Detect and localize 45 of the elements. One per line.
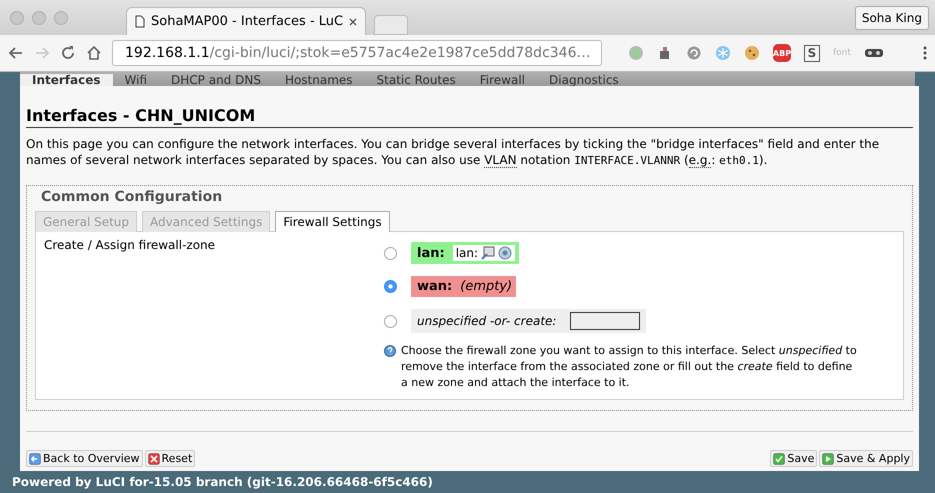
page-heading: Interfaces - CHN_UNICOM: [26, 106, 913, 128]
play-icon: [822, 452, 834, 464]
back-arrow-icon: [29, 452, 41, 464]
field-label: Create / Assign firewall-zone: [44, 238, 216, 254]
back-button[interactable]: Back to Overview: [26, 450, 143, 467]
menu-icon[interactable]: [923, 46, 927, 60]
nav-tab[interactable]: Static Routes: [364, 74, 468, 86]
zone-radio[interactable]: [384, 314, 397, 328]
zone-radio[interactable]: [384, 246, 397, 260]
mask-icon[interactable]: [864, 47, 884, 59]
reload-icon[interactable]: [60, 45, 76, 61]
letter-icon[interactable]: S: [804, 44, 820, 62]
footer-text: Powered by LuCI for-15.05 branch (git-16.206.66468-6f5c466): [11, 474, 434, 491]
nav-tab[interactable]: Wifi: [112, 74, 160, 86]
address-bar[interactable]: 192.168.1.1/cgi-bin/luci/;stok=e5757ac4e2e1987ce5dd78dc346…: [112, 40, 602, 66]
save-button[interactable]: Save: [770, 450, 818, 467]
profile-button[interactable]: Soha King: [854, 6, 929, 30]
back-icon[interactable]: [8, 45, 24, 61]
reset-button[interactable]: Reset: [144, 450, 196, 467]
close-icon[interactable]: [349, 18, 357, 26]
page-icon: [135, 15, 145, 28]
nav-tab[interactable]: Firewall: [468, 74, 538, 86]
cookie-icon[interactable]: [744, 45, 760, 61]
zone-label: wan: (empty): [411, 276, 516, 297]
network-badge: lan:: [452, 245, 516, 261]
browser-tab[interactable]: SohaMAP00 - Interfaces - LuC: [126, 7, 366, 35]
create-zone-label: unspecified -or- create:: [411, 309, 646, 333]
zone-radio[interactable]: [384, 280, 397, 293]
nav-tab[interactable]: DHCP and DNS: [159, 74, 273, 86]
help-text: Choose the firewall zone you want to assign to this interface. Select unspecified to remove the interface from the associated zone or fill out the create field to define a new zone and attach the interface to it.: [401, 343, 858, 391]
adblock-icon[interactable]: ABP: [773, 44, 791, 62]
zone-name-input[interactable]: [570, 312, 640, 330]
zone-label: lan: lan:: [411, 242, 520, 264]
help-icon: [384, 345, 396, 357]
cross-icon: [148, 452, 160, 464]
apply-button[interactable]: Save & Apply: [819, 450, 913, 467]
circle-icon[interactable]: [628, 45, 644, 61]
swirl-icon[interactable]: [686, 45, 702, 61]
section-tab[interactable]: Firewall Settings: [275, 211, 390, 232]
snowflake-icon[interactable]: [715, 45, 731, 61]
page-description: On this page you can configure the network interfaces. You can bridge several interfaces by ticking the "bridge interfaces" field and enter the names of several network interfaces separated by spaces. You can also use VLAN notation INTERFACE.VLANNR (e.g.: eth0.1).: [26, 136, 880, 169]
nav-tab[interactable]: Hostnames: [272, 74, 365, 86]
home-icon[interactable]: [86, 45, 102, 61]
nav-tab[interactable]: Interfaces: [20, 74, 113, 86]
check-icon: [773, 452, 786, 464]
